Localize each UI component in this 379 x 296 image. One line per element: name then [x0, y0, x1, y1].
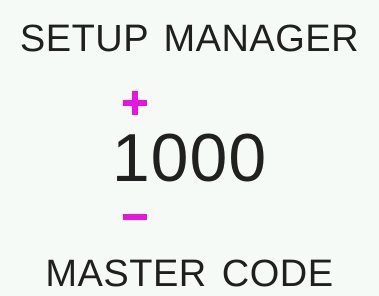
master-code-value: 1000 [111, 120, 268, 196]
setting-label: MASTER CODE [45, 253, 334, 295]
decrement-button[interactable] [117, 199, 153, 235]
increment-button[interactable] [117, 85, 153, 121]
minus-icon [123, 214, 147, 220]
plus-icon [123, 91, 147, 115]
master-code-stepper: 1000 [0, 85, 379, 235]
page-title: SETUP MANAGER [19, 18, 360, 60]
